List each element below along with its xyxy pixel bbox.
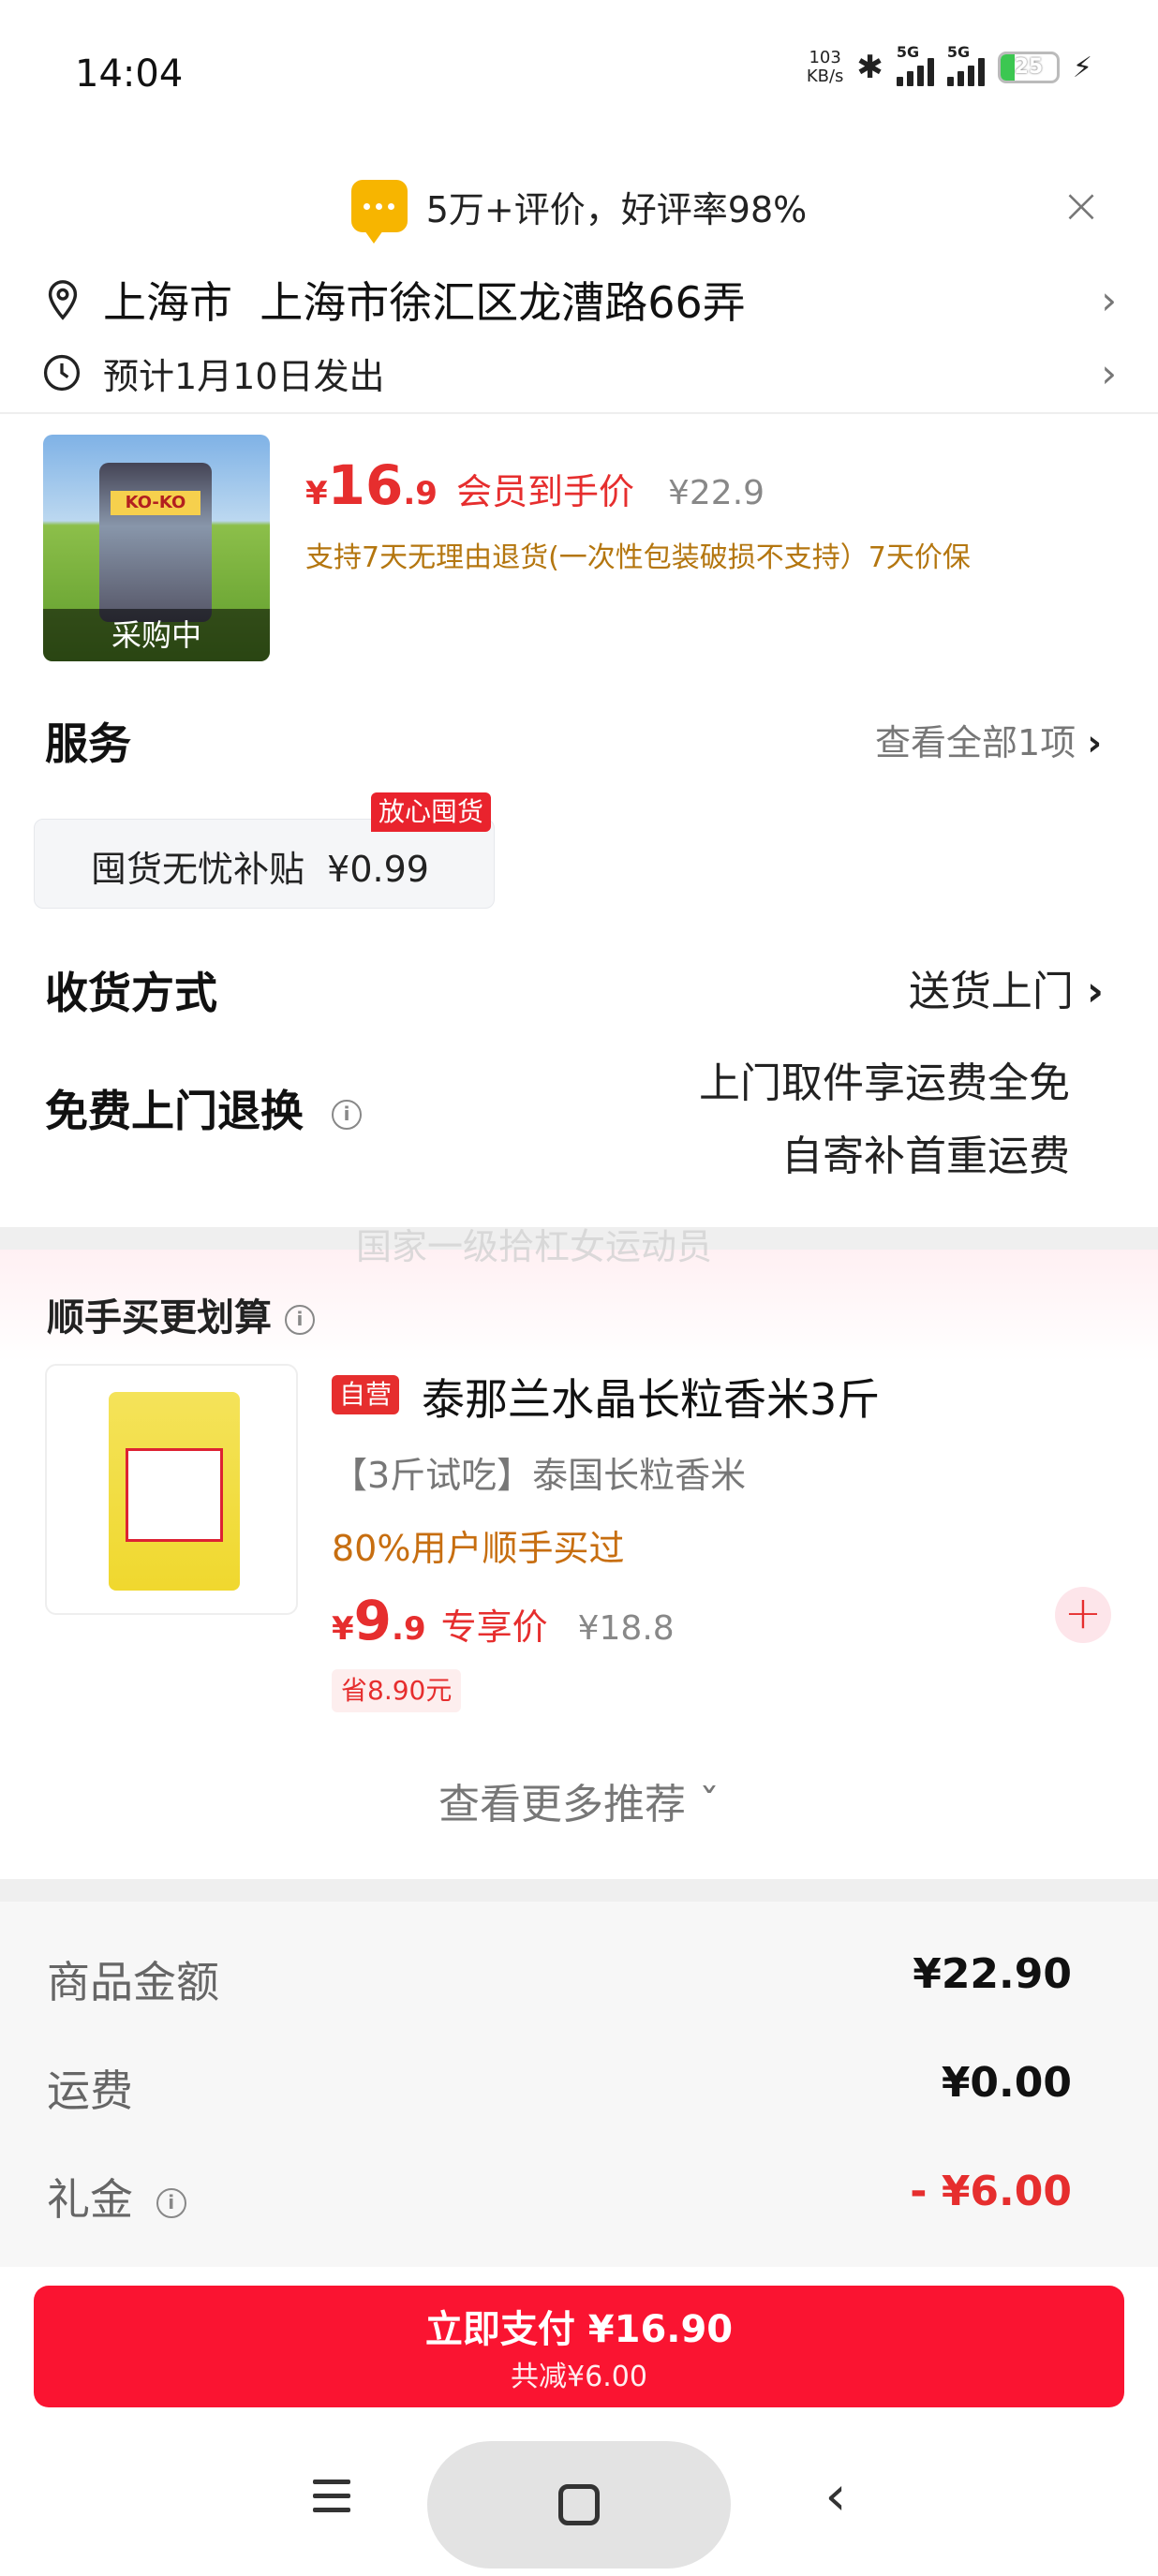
bundle-bought-note: 80%用户顺手买过 <box>332 1528 625 1569</box>
sim2-label: 5G <box>946 43 971 61</box>
clock-icon <box>43 354 81 392</box>
back-chevron-icon[interactable]: ‹ <box>808 2467 864 2524</box>
location-pin-icon <box>48 280 78 320</box>
signal-icon-2: 5G <box>946 43 985 86</box>
status-icons: 103 KB/s ✱ 5G 5G 25 ⚡ <box>807 43 1092 86</box>
info-icon[interactable]: i <box>332 1099 363 1130</box>
info-icon[interactable]: i <box>284 1305 315 1335</box>
close-icon[interactable]: × <box>1055 180 1107 232</box>
bluetooth-icon: ✱ <box>856 49 883 86</box>
shipping-label: 运费 <box>47 2065 133 2116</box>
bundle-product-subtitle: 【3斤试吃】泰国长粒香米 <box>332 1455 747 1496</box>
pay-now-label: 立即支付 ¥16.90 <box>424 2308 734 2351</box>
purchasing-badge: 采购中 <box>43 609 270 661</box>
battery-icon: 25 <box>997 52 1060 83</box>
self-operated-tag: 自营 <box>332 1375 400 1414</box>
bundle-price: ¥9.9 <box>332 1589 426 1652</box>
address-text: 上海市 上海市徐汇区龙漕路66弄 <box>103 277 746 328</box>
service-tag: 放心囤货 <box>371 792 492 832</box>
bundle-title: 顺手买更划算 i <box>47 1287 315 1341</box>
system-nav-bar: ‹ <box>0 2426 1158 2576</box>
original-price: ¥22.9 <box>667 474 765 512</box>
free-return-details: 上门取件享运费全免 自寄补首重运费 <box>699 1047 1070 1193</box>
chevron-right-icon: › <box>1101 349 1117 396</box>
review-banner: 5万+评价，好评率98% <box>0 169 1158 244</box>
save-amount-tag: 省8.90元 <box>332 1669 462 1712</box>
return-policy-note: 支持7天无理由退货(一次性包装破损不支持）7天价保 <box>305 541 971 574</box>
free-return-title: 免费上门退换 i <box>45 1077 363 1139</box>
service-view-all[interactable]: 查看全部1项 › <box>875 714 1102 765</box>
sim1-label: 5G <box>896 43 920 61</box>
exclusive-price-tag: 专享价 <box>440 1606 548 1648</box>
service-title: 服务 <box>45 718 131 769</box>
bag-logo: KO-KO <box>111 491 200 515</box>
divider <box>0 412 1158 414</box>
rice-bag-graphic <box>109 1392 240 1591</box>
receive-title: 收货方式 <box>45 968 217 1018</box>
charging-icon: ⚡ <box>1072 51 1092 84</box>
status-bar: 14:04 103 KB/s ✱ 5G 5G 25 ⚡ <box>0 0 1158 150</box>
goods-amount-label: 商品金额 <box>47 1957 219 2007</box>
chevron-right-icon: › <box>1101 276 1117 323</box>
menu-icon[interactable] <box>304 2467 360 2524</box>
status-time: 14:04 <box>75 52 184 96</box>
pay-discount-label: 共减¥6.00 <box>511 2361 647 2393</box>
home-square-icon <box>558 2484 600 2525</box>
chevron-right-icon: › <box>1086 968 1104 1015</box>
product-price: ¥16.9 <box>305 453 438 517</box>
home-button[interactable] <box>427 2441 731 2569</box>
gift-label: 礼金 i <box>47 2166 186 2228</box>
receive-method[interactable]: 送货上门 › <box>909 957 1104 1017</box>
network-speed-unit: KB/s <box>806 67 844 86</box>
gift-value: - ¥6.00 <box>910 2168 1072 2215</box>
ship-estimate-row[interactable]: 预计1月10日发出 › <box>41 345 1117 401</box>
section-divider <box>0 1879 1158 1902</box>
signal-icon: 5G <box>896 43 934 86</box>
pay-now-button[interactable]: 立即支付 ¥16.90 共减¥6.00 <box>34 2286 1124 2407</box>
bundle-product-name[interactable]: 泰那兰水晶长粒香米3斤 <box>422 1366 880 1428</box>
free-return-line1: 上门取件享运费全免 <box>699 1059 1070 1107</box>
chevron-right-icon: › <box>1087 722 1102 763</box>
free-return-line2: 自寄补首重运费 <box>781 1133 1070 1180</box>
battery-level: 25 <box>1014 55 1044 79</box>
info-icon[interactable]: i <box>156 2187 186 2218</box>
service-item-label: 囤货无忧补贴 ¥0.99 <box>91 849 429 890</box>
review-text: 5万+评价，好评率98% <box>425 188 808 230</box>
view-more-recommendations[interactable]: 查看更多推荐 ˇ <box>0 1770 1158 1830</box>
chat-bubble-icon <box>350 180 408 244</box>
rice-bag-graphic: KO-KO <box>99 463 212 622</box>
service-item[interactable]: 囤货无忧补贴 ¥0.99 <box>34 819 495 909</box>
bundle-product-image[interactable] <box>45 1364 298 1615</box>
network-speed-value: 103 <box>809 48 841 67</box>
ship-estimate: 预计1月10日发出 <box>103 355 385 397</box>
product-image[interactable]: KO-KO 采购中 <box>43 435 270 661</box>
goods-amount-value: ¥22.90 <box>913 1950 1072 1998</box>
product-price-line: ¥16.9 会员到手价 ¥22.9 <box>305 453 765 517</box>
address-row[interactable]: 上海市 上海市徐汇区龙漕路66弄 › <box>41 267 1117 333</box>
member-price-tag: 会员到手价 <box>455 471 634 512</box>
network-speed: 103 KB/s <box>807 49 844 86</box>
bundle-original-price: ¥18.8 <box>577 1609 675 1648</box>
watermark-text: 国家一级拾杠女运动员 <box>356 1226 713 1267</box>
bundle-price-line: ¥9.9 专享价 ¥18.8 <box>332 1589 675 1652</box>
shipping-value: ¥0.00 <box>941 2059 1072 2107</box>
add-to-order-button[interactable]: + <box>1055 1587 1111 1643</box>
